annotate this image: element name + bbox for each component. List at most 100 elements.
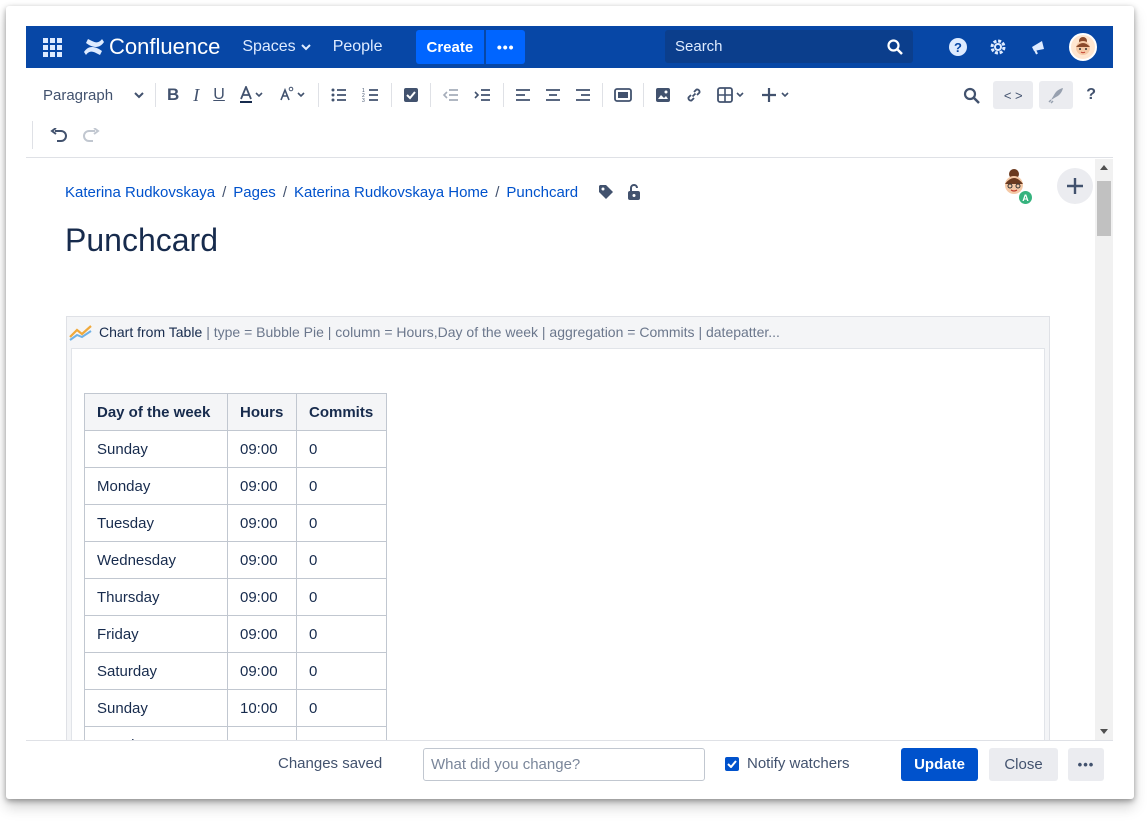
toolbar-divider: [601, 83, 603, 107]
scrollbar-thumb[interactable]: [1097, 181, 1111, 236]
confluence-logo[interactable]: Confluence: [83, 34, 220, 60]
user-avatar[interactable]: [1069, 33, 1097, 61]
insert-link-icon[interactable]: [678, 80, 710, 110]
underline-icon[interactable]: U: [206, 80, 232, 110]
checkbox-checked-icon[interactable]: [725, 756, 739, 771]
find-replace-icon[interactable]: [956, 80, 987, 110]
table-cell[interactable]: 0: [296, 578, 387, 616]
toolbar-divider: [32, 121, 33, 149]
label-tag-icon[interactable]: [598, 184, 614, 200]
notifications-megaphone-icon[interactable]: [1029, 38, 1047, 56]
bold-icon[interactable]: B: [160, 80, 186, 110]
task-checkbox-icon[interactable]: [396, 80, 426, 110]
close-button[interactable]: Close: [989, 748, 1058, 781]
table-cell[interactable]: 09:00: [227, 615, 297, 653]
bullet-list-icon[interactable]: [323, 80, 355, 110]
paragraph-style-dropdown[interactable]: Paragraph: [26, 80, 151, 110]
table-cell[interactable]: 0: [296, 652, 387, 690]
confluence-icon: [84, 39, 104, 55]
indent-icon[interactable]: [467, 80, 499, 110]
breadcrumb-home[interactable]: Katerina Rudkovskaya Home: [294, 184, 488, 201]
spaces-menu[interactable]: Spaces: [242, 38, 311, 56]
chevron-down-icon: [134, 91, 144, 98]
chart-from-table-macro[interactable]: Chart from Table | type = Bubble Pie | c…: [66, 316, 1050, 740]
insert-table-dropdown[interactable]: [710, 80, 754, 110]
table-cell[interactable]: Saturday: [84, 652, 228, 690]
align-right-icon[interactable]: [568, 80, 598, 110]
table-cell[interactable]: 0: [296, 615, 387, 653]
table-cell[interactable]: 09:00: [227, 541, 297, 579]
table-cell[interactable]: 0: [296, 430, 387, 468]
toolbar-divider: [502, 83, 504, 107]
search-input[interactable]: Search: [665, 30, 913, 63]
table-cell[interactable]: 0: [296, 504, 387, 542]
table-cell[interactable]: 09:00: [227, 578, 297, 616]
table-cell[interactable]: Monday: [84, 726, 228, 740]
undo-icon[interactable]: [43, 120, 75, 150]
macro-params: | type = Bubble Pie | column = Hours,Day…: [206, 324, 780, 340]
create-more-button[interactable]: •••: [485, 30, 526, 64]
rocket-icon[interactable]: [1039, 81, 1074, 109]
table-cell[interactable]: 0: [296, 689, 387, 727]
table-cell[interactable]: 1: [296, 726, 387, 740]
table-cell[interactable]: 10:00: [227, 689, 297, 727]
table-header-cell[interactable]: Hours: [227, 393, 297, 431]
outdent-icon[interactable]: [435, 80, 467, 110]
breadcrumb-current[interactable]: Punchcard: [506, 184, 578, 201]
table-cell[interactable]: Sunday: [84, 689, 228, 727]
more-options-button[interactable]: •••: [1068, 748, 1104, 781]
table-cell[interactable]: 09:00: [227, 430, 297, 468]
table-cell[interactable]: Sunday: [84, 430, 228, 468]
insert-more-dropdown[interactable]: [754, 80, 800, 110]
align-left-icon[interactable]: [508, 80, 538, 110]
people-link[interactable]: People: [333, 38, 383, 56]
insert-image-icon[interactable]: [648, 80, 678, 110]
text-color-dropdown[interactable]: [232, 80, 272, 110]
settings-gear-icon[interactable]: [989, 38, 1007, 56]
table-cell[interactable]: Friday: [84, 615, 228, 653]
breadcrumb-space[interactable]: Katerina Rudkovskaya: [65, 184, 215, 201]
notify-watchers-checkbox[interactable]: Notify watchers: [725, 755, 850, 772]
table-cell[interactable]: 0: [296, 467, 387, 505]
table-header-cell[interactable]: Commits: [296, 393, 387, 431]
redo-icon[interactable]: [75, 120, 107, 150]
plus-icon: [1067, 178, 1083, 194]
keyboard-help-icon[interactable]: ?: [1079, 80, 1103, 110]
table-cell[interactable]: 0: [296, 541, 387, 579]
create-button[interactable]: Create: [415, 30, 485, 64]
app-switcher-icon[interactable]: [41, 36, 63, 58]
macro-name: Chart from Table: [99, 324, 203, 340]
table-row: Sunday 09:00 0: [84, 430, 387, 468]
table-header-cell[interactable]: Day of the week: [84, 393, 228, 431]
breadcrumb-pages[interactable]: Pages: [233, 184, 276, 201]
source-editor-button[interactable]: < >: [993, 81, 1034, 109]
align-center-icon[interactable]: [538, 80, 568, 110]
scroll-down-arrow-icon[interactable]: [1100, 729, 1108, 734]
page-title[interactable]: Punchcard: [65, 222, 218, 259]
unlock-icon[interactable]: [626, 183, 642, 201]
table-cell[interactable]: 10:00: [227, 726, 297, 740]
table-cell[interactable]: Tuesday: [84, 504, 228, 542]
more-formatting-dropdown[interactable]: [272, 80, 314, 110]
table-cell[interactable]: Wednesday: [84, 541, 228, 579]
page-layout-icon[interactable]: [607, 80, 639, 110]
numbered-list-icon[interactable]: 123: [355, 80, 387, 110]
add-collaborator-button[interactable]: [1057, 168, 1093, 204]
vertical-scrollbar[interactable]: [1095, 159, 1113, 740]
update-button[interactable]: Update: [901, 748, 978, 781]
table-cell[interactable]: 09:00: [227, 652, 297, 690]
collaborator-avatar[interactable]: A: [999, 168, 1035, 206]
table-cell[interactable]: 09:00: [227, 504, 297, 542]
macro-header[interactable]: Chart from Table | type = Bubble Pie | c…: [67, 317, 1049, 347]
help-icon[interactable]: ?: [949, 38, 967, 56]
table-header-row: Day of the week Hours Commits: [84, 393, 387, 431]
italic-icon[interactable]: I: [186, 80, 206, 110]
scroll-up-arrow-icon[interactable]: [1100, 165, 1108, 170]
toolbar-divider: [642, 83, 644, 107]
table-cell[interactable]: Monday: [84, 467, 228, 505]
change-comment-input[interactable]: [423, 748, 705, 781]
save-status: Changes saved: [278, 755, 383, 772]
table-cell[interactable]: 09:00: [227, 467, 297, 505]
top-navigation: Confluence Spaces People Create ••• Sear…: [26, 26, 1113, 68]
table-cell[interactable]: Thursday: [84, 578, 228, 616]
